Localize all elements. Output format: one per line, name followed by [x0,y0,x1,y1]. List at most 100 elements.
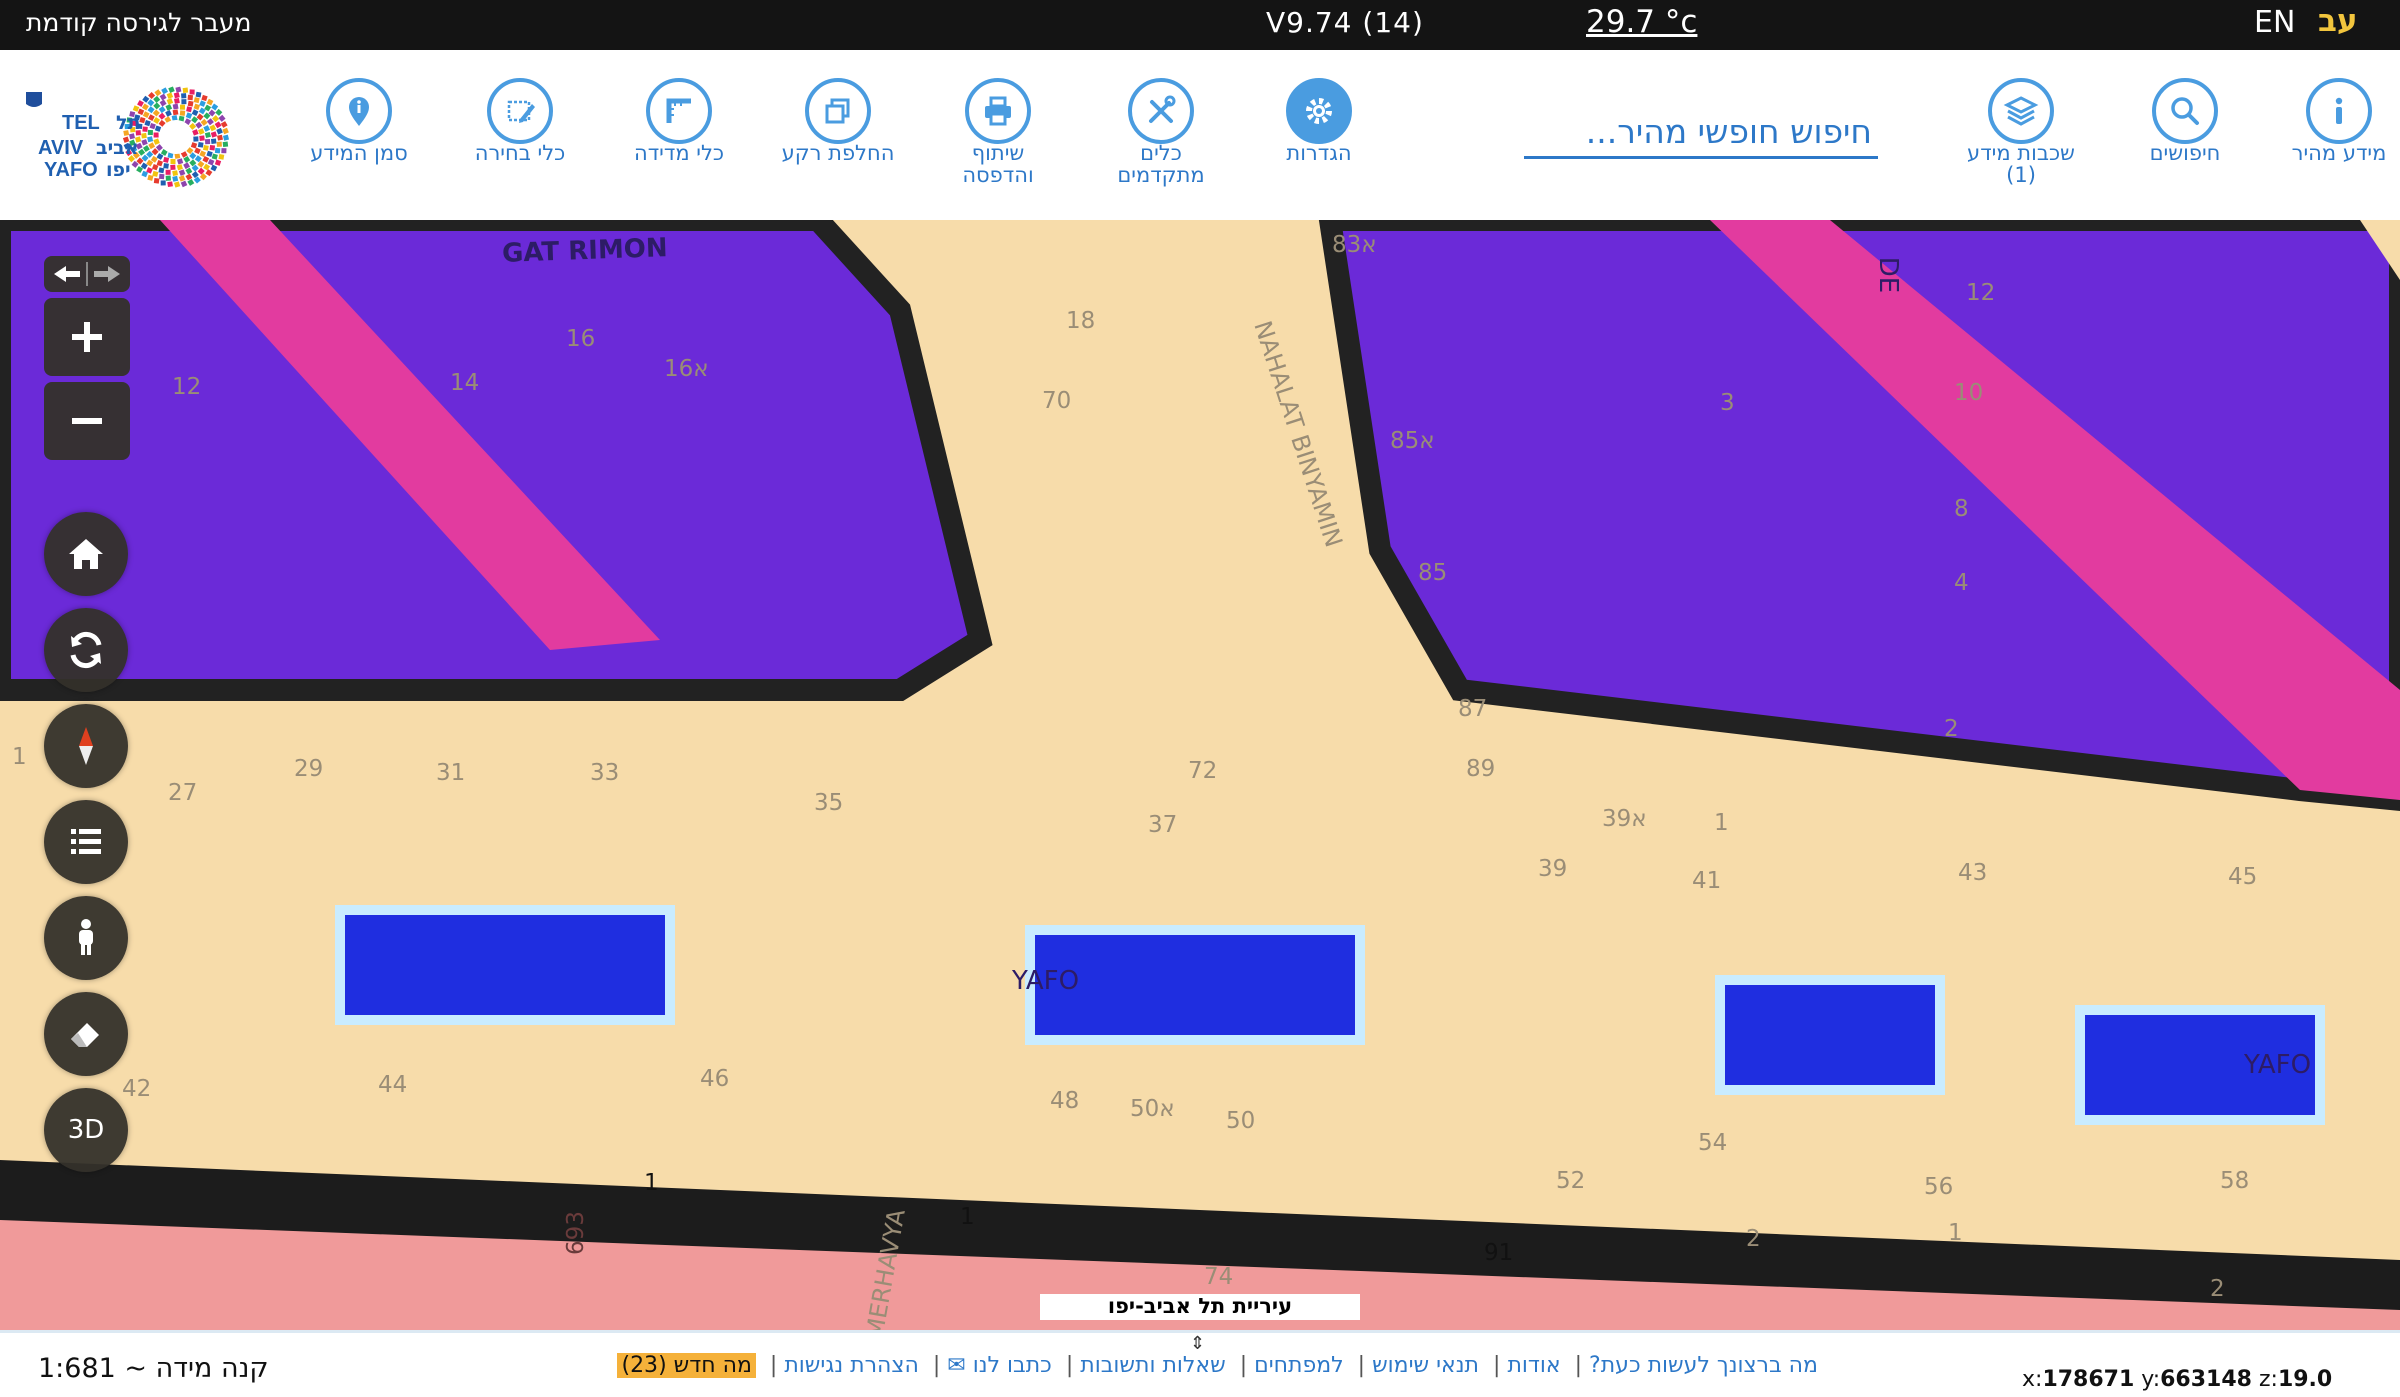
zoom-out-button[interactable] [44,382,130,460]
confetti-piece [209,124,217,132]
footer-link-developers[interactable]: למפתחים [1254,1353,1344,1378]
confetti-piece [207,158,215,166]
layers-icon [2003,96,2039,126]
confetti-piece [147,129,153,136]
parcel-number: 27 [168,780,198,806]
parcel-number: 50 [1226,1108,1256,1134]
parcel-number: 37 [1148,812,1178,838]
confetti-piece [180,180,188,188]
switch-background-button[interactable]: החלפת רקע [753,78,923,166]
compass-button[interactable] [44,704,128,788]
legend-button[interactable] [44,800,128,884]
logo-text-aviv: AVIV [38,137,84,159]
searches-button[interactable]: חיפושים [2100,78,2270,166]
confetti-piece [203,145,209,151]
tool-label: חיפושים [2149,141,2221,165]
forward-arrow-icon[interactable] [94,266,120,282]
tool-label: כלי בחירה [474,141,566,165]
3d-view-button[interactable]: 3D [44,1088,128,1172]
selection-tools-button[interactable]: כלי בחירה [435,78,605,166]
confetti-piece [222,141,229,148]
parcel-number: 2 [2210,1276,2225,1302]
share-print-button[interactable]: שיתוף והדפסה [913,78,1083,188]
panel-resize-handle[interactable]: ⇕ [1190,1333,1205,1354]
temperature-label[interactable]: 29.7 °c [1586,4,1697,40]
confetti-piece [148,91,156,100]
confetti-piece [159,99,167,107]
parcel-number: 2 [1746,1226,1761,1252]
confetti-piece [153,117,161,124]
confetti-piece [214,159,222,166]
footer-link-about[interactable]: אודות [1507,1353,1560,1378]
layers-button[interactable]: שכבות מידע (1) [1936,78,2106,188]
footer-link-faq[interactable]: שאלות ותשובות [1080,1353,1225,1378]
language-english-button[interactable]: EN [2254,5,2295,40]
confetti-piece [172,175,179,182]
parcel-number: 46 [700,1066,730,1092]
confetti-piece [206,98,214,106]
free-search-input[interactable]: חיפוש חופשי מהיר... [1524,110,1878,159]
info-pin-button[interactable]: סמן המידע [274,78,444,166]
coord-x: 178671 [2042,1367,2135,1392]
logo-text-yafo: YAFO [44,159,98,181]
settings-button[interactable]: הגדרות [1234,78,1404,166]
parcel-number: 1 [960,1204,975,1230]
search-icon [2171,97,2199,125]
confetti-piece [206,150,213,158]
confetti-piece [191,109,199,116]
parcel-number: 72 [1188,758,1218,784]
confetti-piece [179,104,186,110]
confetti-piece [220,121,228,128]
refresh-button[interactable] [44,608,128,692]
confetti-piece [193,97,200,104]
eraser-button[interactable] [44,992,128,1076]
footer-link-terms[interactable]: תנאי שימוש [1372,1353,1479,1378]
confetti-piece [172,170,178,176]
logo-text-tel: TEL [62,112,100,134]
background-icon [825,98,850,124]
minus-icon [72,418,102,424]
history-nav [44,256,130,292]
confetti-piece [153,95,161,103]
previous-version-link[interactable]: מעבר לגירסה קודמת [26,8,251,37]
footer-link-accessibility[interactable]: הצהרת נגישות [784,1353,919,1378]
confetti-piece [165,175,171,181]
language-hebrew-button[interactable]: עב [2318,3,2358,39]
confetti-piece [172,103,179,110]
parcel-number: 35 [814,790,844,816]
parcel-number: 91 [1484,1240,1514,1266]
parcel-number: 83א [1332,232,1377,258]
confetti-piece [147,99,155,107]
advanced-tools-button[interactable]: כלים מתקדמים [1076,78,1246,188]
footer-link-what-to-do[interactable]: מה ברצונך לעשות כעת? [1589,1353,1818,1378]
quick-info-button[interactable]: מידע מהיר [2254,78,2400,166]
measure-tools-button[interactable]: כלי מדידה [594,78,764,166]
street-label: GAT RIMON [501,233,669,269]
confetti-piece [197,141,204,148]
3d-label: 3D [67,1115,105,1145]
pin-icon [349,97,369,126]
confetti-piece [158,173,165,180]
home-button[interactable] [44,512,128,596]
parcel-number: 54 [1698,1130,1728,1156]
map-canvas[interactable]: GAT RIMON NAHALAT BINYAMIN YAFO YAFO MER… [0,220,2400,1330]
footer-link-contact[interactable]: כתבו לנו ✉ [947,1353,1052,1378]
whats-new-badge[interactable]: מה חדש (23) [617,1353,756,1378]
zoom-in-button[interactable] [44,298,130,376]
parcel-number: 4 [1954,570,1969,596]
confetti-piece [210,131,218,138]
street-view-button[interactable] [44,896,128,980]
print-icon [985,96,1011,126]
parcel-number: 1 [12,744,27,770]
parcel-number: 12 [1966,280,1996,306]
history-arrows-icon [54,262,120,286]
confetti-piece [170,164,176,170]
confetti-piece [163,163,169,169]
tel-aviv-yafo-logo[interactable]: TEL AVIV YAFO תל אביב יפו [20,72,252,202]
confetti-piece [199,150,207,158]
bottom-bar: ⇕ קנה מידה ~ 1:681 מה ברצונך לעשות כעת?|… [0,1330,2400,1397]
confetti-piece [201,94,208,102]
back-arrow-icon[interactable] [54,266,80,282]
confetti-piece [166,98,174,105]
parcel-number: 31 [436,760,466,786]
